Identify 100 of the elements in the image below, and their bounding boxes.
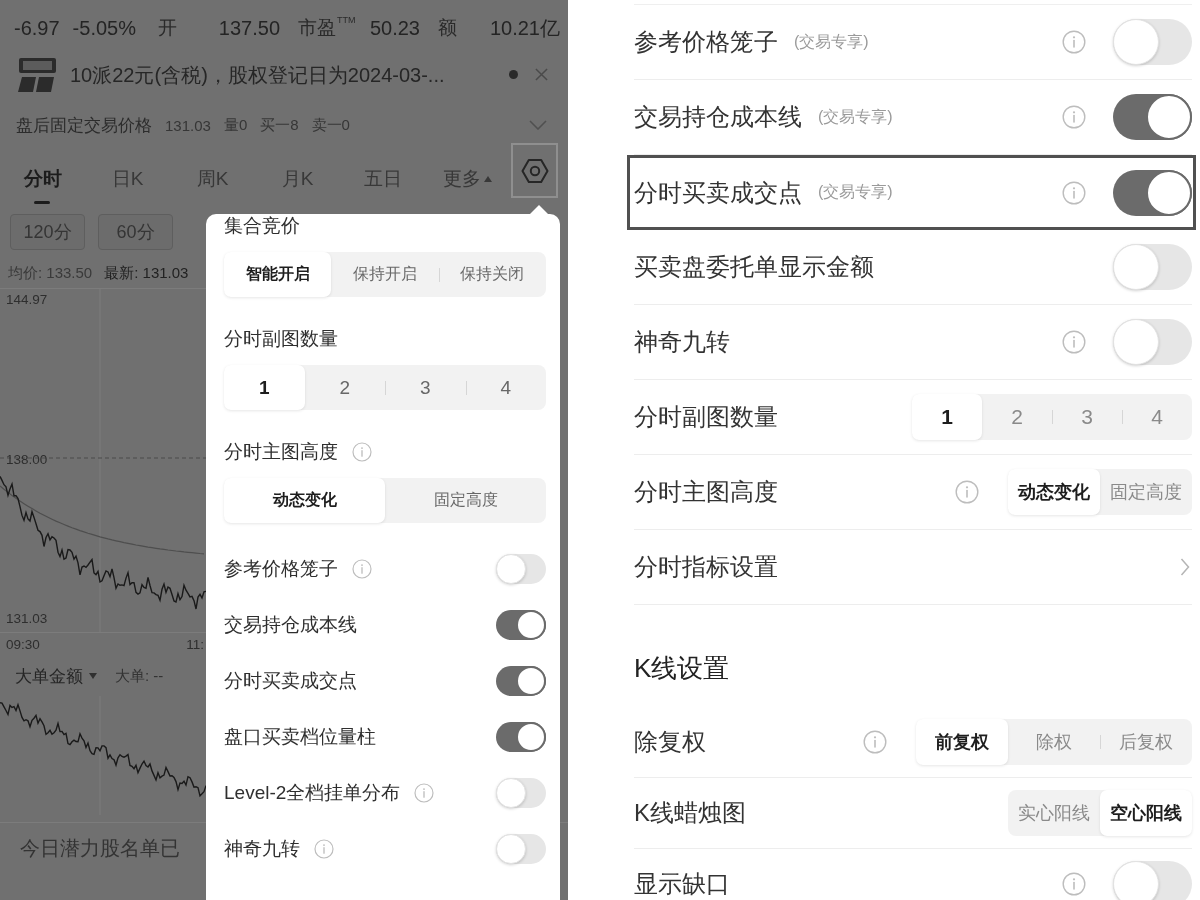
stat-label: 开 [158,16,177,40]
after-hours-label: 盘后固定交易价格 [16,114,152,137]
segment-tab[interactable]: 固定高度 [385,478,546,523]
tag-text: (交易专享) [794,31,869,52]
setting-label: 分时指标设置 [634,553,778,581]
toggle-switch[interactable] [1113,244,1192,290]
stat-value: 10.21亿 [489,16,560,40]
section-title: 分时主图高度 [224,440,338,464]
segment-tab[interactable]: 3 [1052,394,1122,440]
period-tab[interactable]: 周K [170,145,255,213]
axis-label: 11: [186,636,204,653]
segment-tab[interactable]: 保持开启 [331,252,439,297]
setting-label: 分时副图数量 [634,403,778,431]
setting-label: 除复权 [634,728,706,756]
toggle-switch[interactable] [1113,94,1192,140]
axis-label: 09:30 [6,636,40,653]
stat-value: 137.50 [218,16,280,40]
segment-tab[interactable]: 动态变化 [1008,469,1100,515]
setting-label: 分时买卖成交点 [224,669,357,693]
period-tab[interactable]: 月K [255,145,340,213]
toggle-switch[interactable] [496,834,546,864]
settings-icon [520,157,549,184]
info-icon[interactable] [1062,30,1086,54]
info-icon[interactable] [863,730,887,754]
info-icon[interactable] [1062,105,1086,129]
setting-label: 买卖盘委托单显示金额 [634,253,874,281]
info-icon[interactable] [1062,180,1086,205]
segment-tab[interactable]: 1 [912,394,982,440]
segment-tab[interactable]: 除权 [1008,719,1100,765]
segment-tab[interactable]: 智能开启 [224,252,332,297]
tag-text: (交易专享) [818,106,893,127]
interval-button[interactable]: 60分 [98,214,173,250]
setting-label: Level-2全档挂单分布 [224,781,401,805]
section-title: 集合竞价 [224,214,300,238]
segment-tab[interactable]: 保持关闭 [438,252,546,297]
segment-tab[interactable]: 固定高度 [1100,469,1192,515]
more-menu-tab[interactable]: 更多 [425,145,510,213]
period-tab[interactable]: 五日 [340,145,425,213]
setting-label: 交易持仓成本线 [224,613,357,637]
after-hours-value: 131.03 [165,116,211,134]
segment-tab[interactable]: 空心阳线 [1100,790,1192,836]
setting-label: 显示缺口 [634,870,730,898]
flow-reading: 大单: -- [115,666,164,686]
banner-text: 今日潜力股名单已 [20,835,180,861]
percent-change: -5.05% [72,16,136,40]
info-icon[interactable] [1062,872,1086,896]
price-change: -6.97 [14,16,60,40]
segment-tab[interactable]: 3 [385,365,466,410]
interval-button[interactable]: 120分 [10,214,85,250]
toggle-switch[interactable] [496,666,546,696]
period-tab[interactable]: 日K [85,145,170,213]
toggle-switch[interactable] [496,778,546,808]
segment-tab[interactable]: 前复权 [916,719,1008,765]
toggle-switch[interactable] [1113,861,1192,900]
setting-label: 参考价格笼子 [224,557,338,581]
stat-value: 50.23 [369,16,420,40]
setting-label: 神奇九转 [224,837,300,861]
section-title: 分时副图数量 [224,327,338,351]
segment-tab[interactable]: 动态变化 [224,478,385,523]
segment-tab[interactable]: 2 [304,365,385,410]
setting-label: 参考价格笼子 [634,28,778,56]
setting-label: 分时买卖成交点 [634,178,802,207]
setting-label: 分时主图高度 [634,478,778,506]
toggle-switch[interactable] [496,610,546,640]
info-icon[interactable] [352,442,372,462]
chevron-down-icon[interactable] [529,120,547,130]
segment-tab[interactable]: 2 [982,394,1052,440]
setting-label: 盘口买卖档位量柱 [224,725,376,749]
toggle-switch[interactable] [1113,19,1192,65]
toggle-switch[interactable] [1113,169,1192,216]
toggle-switch[interactable] [1113,319,1192,365]
notice-text: 10派22元(含税)，股权登记日为2024-03-... [70,62,445,87]
segment-tab[interactable]: 后复权 [1100,719,1192,765]
caret-up-icon [484,176,492,182]
setting-label: 交易持仓成本线 [634,103,802,131]
caret-down-icon [89,673,97,679]
segment-tab[interactable]: 实心阳线 [1008,790,1100,836]
info-icon[interactable] [352,559,372,579]
setting-label: 神奇九转 [634,328,730,356]
toggle-switch[interactable] [496,554,546,584]
info-icon[interactable] [414,783,435,803]
section-heading: K线设置 [634,652,731,685]
setting-label: K线蜡烛图 [634,799,746,827]
stat-label: 额 [438,16,457,40]
stat-label: 市盈$^{TTM}$ [298,16,356,40]
toggle-switch[interactable] [496,722,546,752]
info-icon[interactable] [955,480,979,504]
close-icon[interactable] [535,68,548,81]
segment-tab[interactable]: 4 [465,365,546,410]
period-tab[interactable]: 分时 [0,145,85,213]
latest-price: 最新: 131.03 [104,263,189,283]
segment-tab[interactable]: 4 [1122,394,1192,440]
tag-text: (交易专享) [818,182,893,202]
segment-tab[interactable]: 1 [224,365,305,410]
flow-metric-label[interactable]: 大单金额 [15,664,83,688]
info-icon[interactable] [314,839,334,859]
settings-button[interactable] [511,143,558,198]
notice-logo-icon [16,56,58,93]
chevron-right-icon[interactable] [1180,557,1190,577]
info-icon[interactable] [1062,330,1086,354]
